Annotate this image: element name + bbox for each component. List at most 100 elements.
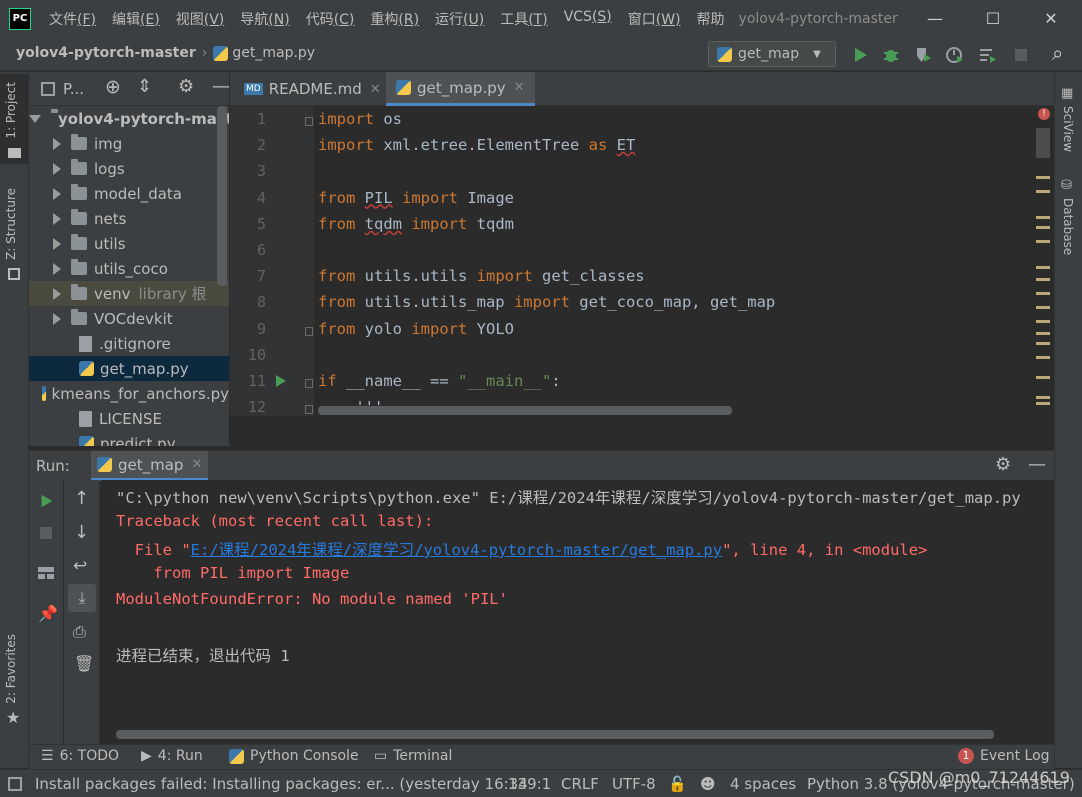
chevron-right-icon[interactable] [53, 237, 61, 250]
toggle-tool-windows-icon[interactable] [8, 777, 22, 791]
structure-tool-tab[interactable]: Z: Structure [4, 188, 18, 260]
stop-icon[interactable] [39, 526, 53, 540]
gear-icon[interactable]: ⚙ [995, 454, 1011, 475]
chevron-right-icon[interactable] [53, 187, 61, 200]
run-tool-tab[interactable]: ▶ 4: Run [141, 748, 203, 764]
trash-icon[interactable]: 🗑 [74, 654, 94, 673]
stripe-marker[interactable] [1036, 240, 1050, 243]
stripe-marker[interactable] [1036, 266, 1050, 269]
editor-horizontal-scrollbar[interactable] [318, 406, 732, 415]
tab-get-map[interactable]: get_map.py ✕ [386, 72, 535, 106]
tree-item[interactable]: logs [29, 156, 229, 181]
tree-item[interactable]: model_data [29, 181, 229, 206]
stripe-marker[interactable] [1036, 320, 1050, 323]
menu-item-7[interactable]: 工具(T) [492, 9, 555, 29]
concurrency-diagram-icon[interactable] [978, 45, 998, 65]
close-tab-icon[interactable]: ✕ [191, 457, 202, 472]
pin-icon[interactable]: 📌 [38, 604, 58, 623]
sciview-tool-tab[interactable]: SciView [1061, 106, 1075, 152]
python-console-tool-tab[interactable]: Python Console [229, 748, 359, 764]
soft-wrap-icon[interactable]: ↩ [73, 556, 87, 576]
tree-item[interactable]: .gitignore [29, 331, 229, 356]
tree-item[interactable]: LICENSE [29, 406, 229, 431]
fold-marker-icon[interactable] [305, 117, 313, 126]
chevron-right-icon[interactable] [53, 312, 61, 325]
stripe-marker[interactable] [1036, 306, 1050, 309]
stripe-marker[interactable] [1036, 396, 1050, 399]
close-window-button[interactable]: ✕ [1022, 0, 1080, 37]
line-separator[interactable]: CRLF [561, 775, 599, 793]
tree-item[interactable]: yolov4-pytorch-master [29, 106, 229, 131]
project-view-select[interactable]: P... [63, 80, 84, 98]
breadcrumb-project[interactable]: yolov4-pytorch-master [16, 45, 196, 61]
run-icon[interactable] [850, 45, 870, 65]
rerun-icon[interactable] [37, 492, 55, 510]
database-tool-tab[interactable]: Database [1061, 198, 1075, 255]
menu-item-2[interactable]: 视图(V) [168, 9, 233, 29]
chevron-right-icon[interactable] [53, 137, 61, 150]
tree-item[interactable]: nets [29, 206, 229, 231]
stripe-marker[interactable] [1036, 292, 1050, 295]
locate-file-icon[interactable]: ⊕ [105, 76, 121, 98]
tree-item[interactable]: kmeans_for_anchors.py [29, 381, 229, 406]
close-tab-icon[interactable]: ✕ [514, 80, 525, 95]
chevron-right-icon[interactable] [53, 287, 61, 300]
profile-icon[interactable] [945, 45, 965, 65]
hide-panel-icon[interactable]: — [212, 76, 230, 97]
caret-position[interactable]: 139:1 [508, 775, 551, 793]
stripe-marker[interactable] [1036, 190, 1050, 193]
menu-item-9[interactable]: 窗口(W) [620, 9, 689, 29]
tree-item[interactable]: predict.py [29, 431, 229, 446]
stripe-marker[interactable] [1036, 216, 1050, 219]
run-with-coverage-icon[interactable] [913, 45, 933, 65]
console-file-link[interactable]: E:/课程/2024年课程/深度学习/yolov4-pytorch-master… [191, 541, 722, 559]
menu-item-3[interactable]: 导航(N) [232, 9, 297, 29]
scroll-down-icon[interactable]: ↓ [74, 522, 89, 543]
tree-item[interactable]: get_map.py [29, 356, 229, 381]
stripe-marker[interactable] [1036, 356, 1050, 359]
stripe-marker[interactable] [1036, 402, 1050, 405]
menu-item-4[interactable]: 代码(C) [298, 9, 363, 29]
stripe-marker[interactable] [1036, 176, 1050, 179]
terminal-tool-tab[interactable]: ▭ Terminal [374, 748, 452, 764]
console-horizontal-scrollbar[interactable] [116, 730, 994, 739]
inspector-icon[interactable]: ☻ [700, 775, 716, 793]
breadcrumb-file[interactable]: get_map.py [232, 45, 315, 61]
scroll-up-icon[interactable]: ↑ [74, 488, 89, 509]
fold-marker-icon[interactable] [305, 379, 313, 388]
chevron-right-icon[interactable] [53, 262, 61, 275]
print-icon[interactable]: ⎙ [73, 622, 86, 642]
project-tool-tab[interactable]: 1: Project [4, 82, 18, 139]
error-indicator-icon[interactable]: ! [1038, 108, 1050, 120]
debug-icon[interactable] [881, 45, 901, 65]
tree-item[interactable]: VOCdevkit [29, 306, 229, 331]
lock-icon[interactable]: 🔓 [668, 775, 687, 793]
stripe-marker[interactable] [1036, 226, 1050, 229]
tree-item[interactable]: img [29, 131, 229, 156]
run-gutter-icon[interactable] [276, 375, 286, 387]
run-tab[interactable]: get_map ✕ [91, 451, 209, 481]
stripe-marker[interactable] [1036, 332, 1050, 335]
minimize-button[interactable]: — [906, 0, 964, 37]
gear-icon[interactable]: ⚙ [178, 76, 194, 97]
stop-icon[interactable] [1011, 45, 1031, 65]
run-configuration-select[interactable]: get_map ▼ [708, 41, 836, 67]
search-icon[interactable]: ⌕ [1052, 41, 1063, 65]
menu-item-8[interactable]: VCS(S) [556, 9, 620, 29]
event-log-tool-tab[interactable]: 1 Event Log [958, 748, 1050, 764]
tree-item[interactable]: utils [29, 231, 229, 256]
layout-icon[interactable] [37, 566, 55, 580]
menu-item-1[interactable]: 编辑(E) [104, 9, 168, 29]
chevron-right-icon[interactable] [53, 162, 61, 175]
fold-marker-icon[interactable] [305, 326, 313, 336]
stripe-marker[interactable] [1036, 342, 1050, 345]
scroll-to-end-icon[interactable]: ⤓ [68, 584, 96, 612]
collapse-all-icon[interactable]: ⇕ [137, 76, 152, 97]
todo-tool-tab[interactable]: ☰ 6: TODO [41, 748, 119, 764]
stripe-marker[interactable] [1036, 376, 1050, 379]
menu-item-10[interactable]: 帮助 [689, 9, 733, 29]
indent-setting[interactable]: 4 spaces [730, 775, 796, 793]
run-console[interactable]: "C:\python new\venv\Scripts\python.exe" … [101, 480, 1054, 742]
maximize-button[interactable]: ☐ [964, 0, 1022, 37]
code-editor[interactable]: import os import xml.etree.ElementTree as… [314, 106, 1054, 416]
